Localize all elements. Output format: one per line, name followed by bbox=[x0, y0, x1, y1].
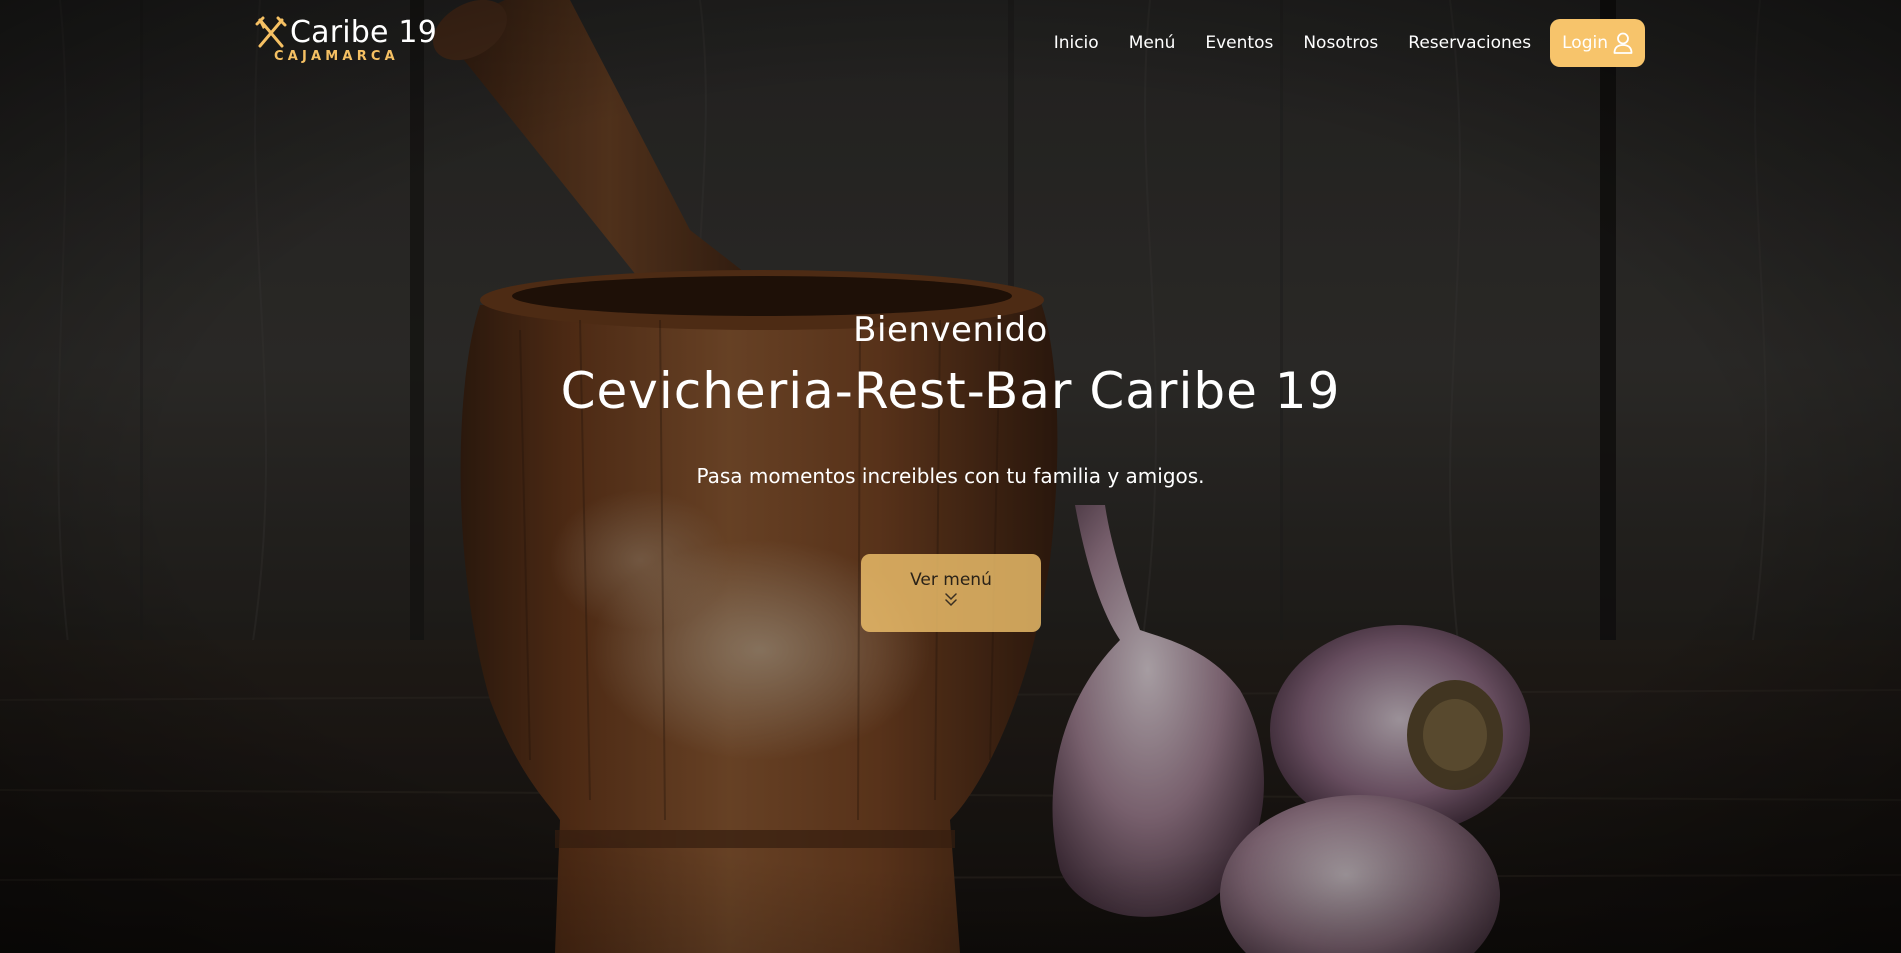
double-chevron-down-icon bbox=[945, 592, 957, 608]
hero-title: Cevicheria-Rest-Bar Caribe 19 bbox=[560, 362, 1341, 420]
ver-menu-label: Ver menú bbox=[910, 570, 992, 590]
hero-subtitle: Pasa momentos increibles con tu familia … bbox=[696, 464, 1205, 488]
ver-menu-button[interactable]: Ver menú bbox=[861, 554, 1041, 632]
hero-welcome: Bienvenido bbox=[853, 310, 1048, 350]
hero-section: Bienvenido Cevicheria-Rest-Bar Caribe 19… bbox=[0, 0, 1901, 953]
